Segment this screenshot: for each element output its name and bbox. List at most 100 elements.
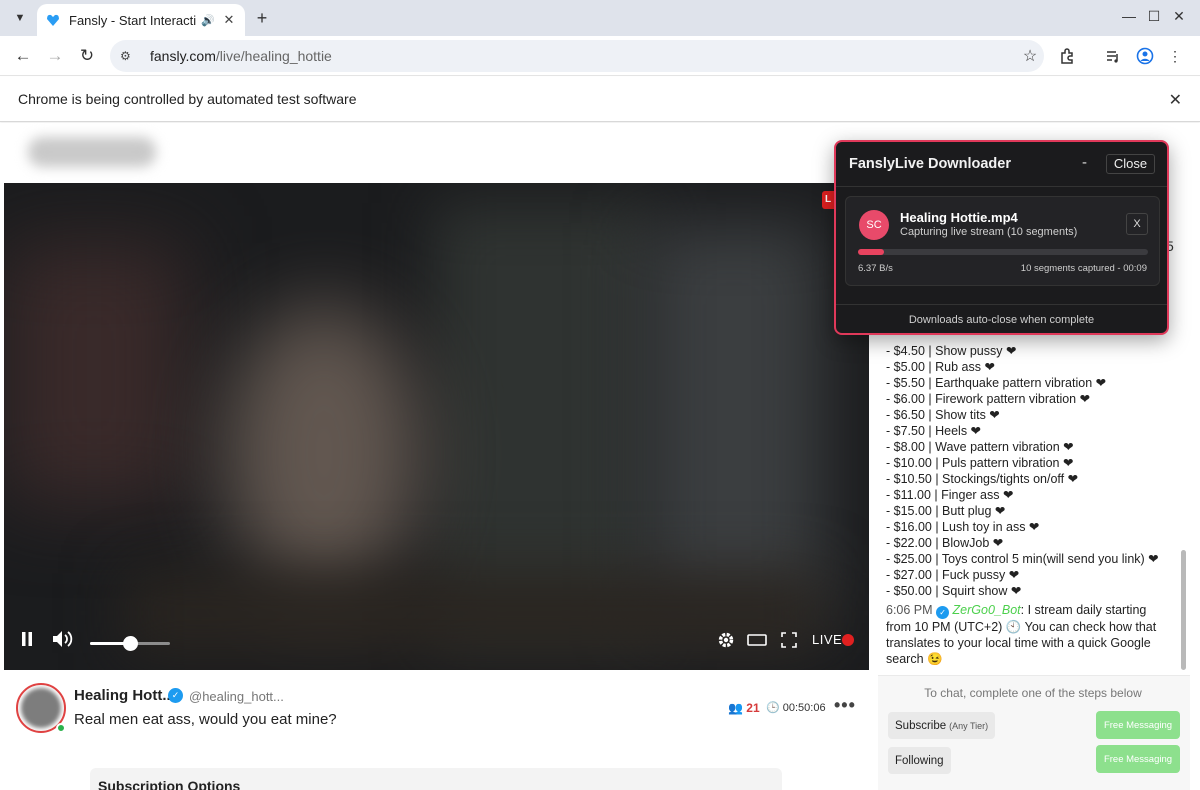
browser-menu-icon[interactable]: ⋮ bbox=[1163, 44, 1187, 68]
more-options-button[interactable]: ••• bbox=[834, 695, 856, 716]
theater-mode-button[interactable] bbox=[746, 630, 768, 650]
browser-tab[interactable]: Fansly - Start Interacti 🔊 ✕ bbox=[37, 4, 245, 36]
close-tab-icon[interactable]: ✕ bbox=[221, 12, 237, 28]
stream-uptime: 🕒 00:50:06 bbox=[766, 702, 826, 714]
streamer-info: Healing Hott... ✓ @healing_hott... Real … bbox=[16, 683, 866, 739]
settings-button[interactable] bbox=[716, 630, 736, 650]
streamer-name[interactable]: Healing Hott... bbox=[74, 687, 175, 704]
tip-menu-item: - $6.50 | Show tits ❤ bbox=[886, 408, 1000, 422]
extensions-icon[interactable] bbox=[1055, 44, 1079, 68]
minimize-button[interactable]: - bbox=[1082, 154, 1087, 171]
download-item: SC Healing Hottie.mp4 Capturing live str… bbox=[845, 196, 1160, 286]
tab-strip: ▼ Fansly - Start Interacti 🔊 ✕ + — ☐ ✕ bbox=[0, 0, 1200, 36]
close-window-icon[interactable]: ✕ bbox=[1169, 8, 1189, 25]
new-tab-button[interactable]: + bbox=[251, 7, 273, 29]
tip-menu: - $4.50 | Show pussy ❤ - $5.00 | Rub ass … bbox=[886, 343, 1176, 599]
close-button[interactable]: Close bbox=[1106, 154, 1155, 174]
tip-menu-item: - $25.00 | Toys control 5 min(will send … bbox=[886, 552, 1159, 566]
tab-search-button[interactable]: ▼ bbox=[9, 7, 31, 29]
tip-menu-item: - $5.00 | Rub ass ❤ bbox=[886, 360, 995, 374]
theater-mode-icon bbox=[747, 634, 767, 646]
cancel-download-button[interactable]: X bbox=[1126, 213, 1148, 235]
live-dot-icon bbox=[842, 634, 854, 646]
free-messaging-button[interactable]: Free Messaging bbox=[1096, 745, 1180, 773]
arrow-right-icon: → bbox=[46, 46, 64, 65]
viewer-count: 👥 21 bbox=[728, 701, 760, 715]
tip-menu-item: - $8.00 | Wave pattern vibration ❤ bbox=[886, 440, 1074, 454]
tab-title: Fansly - Start Interacti bbox=[69, 12, 197, 28]
download-progress-bar bbox=[858, 249, 1148, 255]
volume-icon bbox=[53, 631, 73, 647]
tip-menu-item: - $22.00 | BlowJob ❤ bbox=[886, 536, 1004, 550]
tip-menu-item: - $7.50 | Heels ❤ bbox=[886, 424, 982, 438]
volume-slider-handle[interactable] bbox=[123, 636, 138, 651]
avatar-image bbox=[21, 688, 61, 728]
verified-icon: ✓ bbox=[168, 688, 183, 703]
chevron-down-icon: ▼ bbox=[14, 12, 26, 24]
streamer-handle[interactable]: @healing_hott... bbox=[189, 689, 284, 704]
viewers-icon: 👥 bbox=[728, 701, 743, 715]
close-infobar-icon[interactable]: ✕ bbox=[1169, 90, 1182, 110]
download-speed: 6.37 B/s bbox=[858, 263, 893, 274]
tip-menu-item: - $27.00 | Fuck pussy ❤ bbox=[886, 568, 1020, 582]
following-requirement[interactable]: Following bbox=[888, 747, 951, 774]
site-info-icon[interactable]: ⚙ bbox=[120, 49, 140, 63]
forward-button[interactable]: → bbox=[43, 44, 67, 68]
gear-icon bbox=[718, 632, 734, 648]
downloader-panel: FanslyLive Downloader - Close SC Healing… bbox=[834, 140, 1169, 335]
downloader-header: FanslyLive Downloader - Close bbox=[836, 142, 1167, 187]
downloader-footer: Downloads auto-close when complete bbox=[836, 304, 1167, 333]
address-bar[interactable]: ⚙ fansly.com/live/healing_hottie ☆ bbox=[110, 40, 1044, 72]
download-segments: 10 segments captured - 00:09 bbox=[1020, 263, 1147, 274]
reload-button[interactable]: ↻ bbox=[75, 44, 99, 68]
minimize-window-icon[interactable]: — bbox=[1119, 8, 1139, 24]
stream-title: Real men eat ass, would you eat mine? bbox=[74, 711, 337, 728]
fullscreen-button[interactable] bbox=[779, 630, 799, 650]
download-progress-fill bbox=[858, 249, 885, 255]
volume-slider[interactable] bbox=[90, 636, 170, 651]
chat-requirements-hint: To chat, complete one of the steps below bbox=[924, 686, 1142, 700]
subscribe-requirement[interactable]: Subscribe (Any Tier) bbox=[888, 712, 996, 739]
chat-footer: To chat, complete one of the steps below… bbox=[878, 675, 1190, 790]
media-controls-icon[interactable] bbox=[1101, 44, 1125, 68]
downloader-title: FanslyLive Downloader bbox=[849, 156, 1011, 172]
tip-menu-item: - $10.50 | Stockings/tights on/off ❤ bbox=[886, 472, 1079, 486]
chat-scrollbar[interactable] bbox=[1181, 550, 1186, 670]
back-button[interactable]: ← bbox=[11, 44, 35, 68]
video-blur-figure bbox=[224, 303, 424, 603]
audio-playing-icon[interactable]: 🔊 bbox=[201, 14, 217, 27]
tip-menu-item: - $15.00 | Butt plug ❤ bbox=[886, 504, 1006, 518]
arrow-left-icon: ← bbox=[14, 46, 32, 65]
maximize-window-icon[interactable]: ☐ bbox=[1144, 8, 1164, 25]
tip-menu-item: - $10.00 | Puls pattern vibration ❤ bbox=[886, 456, 1074, 470]
subscription-options: Subscription Options bbox=[90, 768, 782, 790]
bookmark-star-icon[interactable]: ☆ bbox=[1016, 46, 1044, 66]
chat-message: 6:06 PM ✓ ZerGo0_Bot: I stream daily sta… bbox=[886, 602, 1166, 667]
message-username[interactable]: ZerGo0_Bot bbox=[953, 603, 1021, 617]
profile-icon[interactable] bbox=[1133, 44, 1157, 68]
tip-menu-item: - $16.00 | Lush toy in ass ❤ bbox=[886, 520, 1040, 534]
download-filename: Healing Hottie.mp4 bbox=[900, 210, 1018, 225]
video-blur-region bbox=[644, 223, 824, 623]
free-messaging-button[interactable]: Free Messaging bbox=[1096, 711, 1180, 739]
reload-icon: ↻ bbox=[79, 46, 95, 65]
video-player[interactable]: L LIVE bbox=[4, 183, 869, 670]
browser-toolbar: ← → ↻ ⚙ fansly.com/live/healing_hottie ☆… bbox=[0, 36, 1200, 76]
tip-menu-item: - $11.00 | Finger ass ❤ bbox=[886, 488, 1014, 502]
tip-menu-item: - $6.00 | Firework pattern vibration ❤ bbox=[886, 392, 1091, 406]
pause-button[interactable] bbox=[18, 630, 36, 648]
infobar-text: Chrome is being controlled by automated … bbox=[18, 91, 357, 107]
tip-menu-item: - $4.50 | Show pussy ❤ bbox=[886, 344, 1017, 358]
online-status-icon bbox=[56, 723, 66, 733]
live-label[interactable]: LIVE bbox=[812, 632, 842, 647]
clock-icon: 🕒 bbox=[766, 702, 780, 714]
url-text: fansly.com/live/healing_hottie bbox=[150, 48, 332, 64]
site-logo[interactable] bbox=[28, 137, 156, 167]
mute-button[interactable] bbox=[50, 628, 76, 650]
download-avatar: SC bbox=[859, 210, 889, 240]
tip-menu-item: - $5.50 | Earthquake pattern vibration ❤ bbox=[886, 376, 1107, 390]
fullscreen-icon bbox=[781, 632, 797, 648]
fansly-favicon-icon bbox=[45, 12, 61, 28]
download-status: Capturing live stream (10 segments) bbox=[900, 226, 1078, 238]
automation-infobar: Chrome is being controlled by automated … bbox=[0, 77, 1200, 122]
